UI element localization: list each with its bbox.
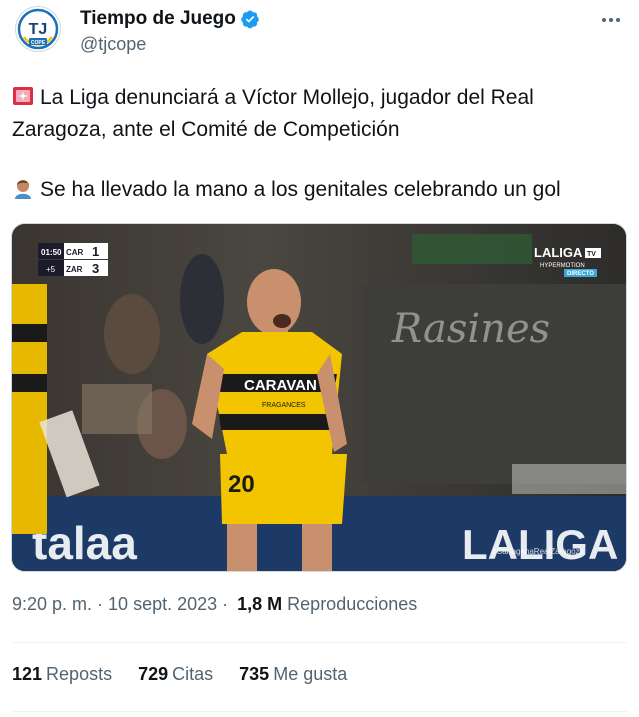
verified-badge-icon <box>241 10 259 29</box>
meta-separator: · <box>97 594 104 614</box>
scoreboard-away: ZAR <box>66 265 83 274</box>
views-label: Reproducciones <box>287 594 418 614</box>
views-count: 1,8 M <box>237 594 283 614</box>
ad-board-right-text: LALIGA <box>462 521 618 568</box>
quotes-count: 729 <box>138 664 169 684</box>
tj-logo-icon: TJ COPE <box>17 8 59 50</box>
scoreboard-home-score: 1 <box>92 244 99 259</box>
tweet-media[interactable]: Rasines talaa LALIGA #CartagenaRealZarag… <box>11 223 627 572</box>
crowd-person <box>180 254 224 344</box>
avatar-initials: TJ <box>29 21 48 38</box>
quotes-label: Citas <box>172 664 214 684</box>
author-handle[interactable]: @tjcope <box>80 34 146 55</box>
likes-count: 735 <box>239 664 270 684</box>
likes-label: Me gusta <box>273 664 348 684</box>
tweet-header: TJ COPE Tiempo de Juego @tjcope <box>0 0 639 70</box>
reposts-label: Reposts <box>46 664 113 684</box>
facepalm-person-icon <box>15 180 31 199</box>
reposts-count: 121 <box>12 664 43 684</box>
scoreboard-added: +5 <box>46 265 56 274</box>
author-name[interactable]: Tiempo de Juego <box>80 8 236 30</box>
hashtag-watermark: #CartagenaRealZaragoza <box>492 547 585 556</box>
police-light-icon <box>13 87 33 105</box>
more-options-icon[interactable] <box>597 6 625 34</box>
tweet-meta: 9:20 p. m. · 10 sept. 2023 · 1,8 M Repro… <box>12 594 417 615</box>
tweet-line-2: Se ha llevado la mano a los genitales ce… <box>12 174 622 206</box>
broadcaster-suffix: TV <box>587 251 596 258</box>
broadcaster-live: DIRECTO <box>567 271 594 277</box>
stadium-sign: Rasines <box>391 306 550 352</box>
divider <box>12 642 627 643</box>
author-avatar[interactable]: TJ COPE <box>15 6 61 52</box>
broadcaster-brand: LALIGA <box>534 245 583 260</box>
broadcaster-sub: HYPERMOTION <box>540 263 585 269</box>
author-name-row[interactable]: Tiempo de Juego <box>80 8 260 30</box>
tweet-line-2-text: Se ha llevado la mano a los genitales ce… <box>40 178 561 201</box>
tweet-line-1-text: La Liga denunciará a Víctor Mollejo, jug… <box>12 86 534 141</box>
crowd-person <box>104 294 160 374</box>
avatar-sub: COPE <box>31 40 46 46</box>
meta-separator: · <box>222 594 229 614</box>
reposts-stat[interactable]: 121 Reposts <box>12 664 112 685</box>
likes-stat[interactable]: 735 Me gusta <box>239 664 347 685</box>
tweet-stats: 121 Reposts 729 Citas 735 Me gusta <box>12 664 347 685</box>
jersey-sponsor: CARAVAN <box>244 377 317 394</box>
tweet-line-1: La Liga denunciará a Víctor Mollejo, jug… <box>12 82 622 146</box>
match-photo: Rasines talaa LALIGA #CartagenaRealZarag… <box>12 224 626 571</box>
ad-board-left-text: talaa <box>32 517 137 569</box>
scoreboard-home: CAR <box>66 248 84 257</box>
tweet-time[interactable]: 9:20 p. m. <box>12 594 92 615</box>
divider <box>12 711 627 712</box>
scoreboard-time: 01:50 <box>41 248 62 257</box>
player-number: 20 <box>228 471 255 498</box>
tweet-date[interactable]: 10 sept. 2023 <box>108 594 217 615</box>
quotes-stat[interactable]: 729 Citas <box>138 664 213 685</box>
teammate <box>12 284 47 534</box>
tweet-text: La Liga denunciará a Víctor Mollejo, jug… <box>12 82 622 206</box>
jersey-sponsor-sub: FRAGANCES <box>262 402 306 409</box>
scoreboard-away-score: 3 <box>92 261 99 276</box>
